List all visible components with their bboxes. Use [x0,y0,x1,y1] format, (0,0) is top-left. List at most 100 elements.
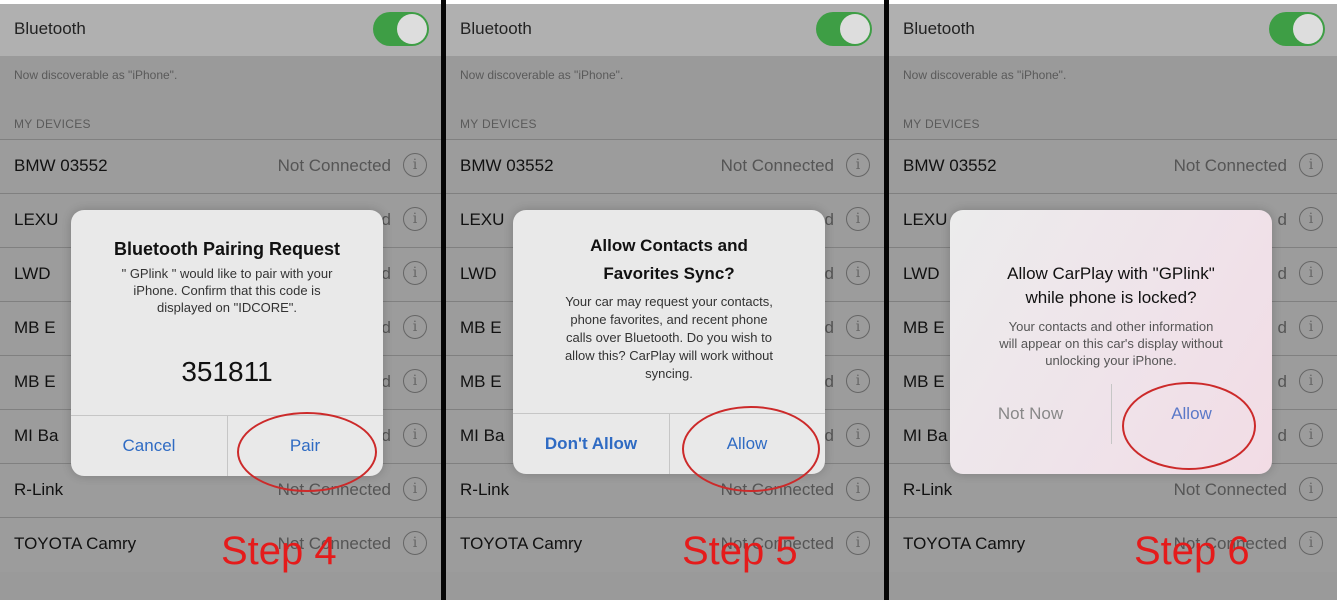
device-row[interactable]: BMW 03552 Not Connected i [0,140,441,194]
dialog-title-line: while phone is locked? [1025,288,1197,307]
device-status: d [1277,426,1287,445]
device-status: Not Connected [277,156,391,175]
dialog-buttons: Don't Allow Allow [513,413,825,474]
pairing-request-dialog: Bluetooth Pairing Request " GPlink " wou… [71,210,383,476]
device-row[interactable]: BMW 03552 Not Connected i [889,140,1337,194]
discoverable-text: Now discoverable as "iPhone". [460,68,624,82]
dialog-message-line: will appear on this car's display withou… [999,336,1223,351]
info-icon[interactable]: i [846,369,870,393]
info-icon[interactable]: i [1299,261,1323,285]
discoverable-text: Now discoverable as "iPhone". [14,68,178,82]
device-name: MB E [460,372,502,391]
device-name: R-Link [903,480,953,499]
info-icon[interactable]: i [1299,369,1323,393]
info-icon[interactable]: i [1299,423,1323,447]
device-status: Not Connected [277,480,391,499]
allow-button[interactable]: Allow [1111,384,1272,444]
panel-step-5: Bluetooth Now discoverable as "iPhone". … [446,4,884,600]
dialog-title-line: Allow CarPlay with "GPlink" [1007,264,1215,283]
dialog-message-line: " GPlink " would like to pair with your [121,266,333,281]
my-devices-header: MY DEVICES [14,117,91,131]
dialog-message-line: phone favorites, and recent phone [570,312,768,327]
device-status: d [824,426,834,445]
device-name: MB E [460,318,502,337]
dialog-message: Your car may request your contacts, phon… [521,293,817,383]
device-name: TOYOTA Camry [903,534,1026,553]
bluetooth-toggle[interactable] [816,12,872,46]
info-icon[interactable]: i [403,207,427,231]
my-devices-header: MY DEVICES [460,117,537,131]
dialog-title-line: Favorites Sync? [603,264,735,283]
bluetooth-row: Bluetooth [889,4,1337,56]
info-icon[interactable]: i [1299,207,1323,231]
pair-button[interactable]: Pair [227,416,383,476]
info-icon[interactable]: i [1299,531,1323,555]
step-label: Step 4 [221,529,337,573]
device-name: LWD [14,264,51,283]
info-icon[interactable]: i [1299,153,1323,177]
pairing-code: 351811 [181,356,273,387]
device-status: Not Connected [720,480,834,499]
dialog-message-line: displayed on "IDCORE". [156,300,297,315]
not-now-button[interactable]: Not Now [950,384,1111,444]
allow-button[interactable]: Allow [669,414,825,474]
cancel-button[interactable]: Cancel [71,416,227,476]
device-status: d [1277,264,1287,283]
device-status: Not Connected [1173,156,1287,175]
dialog-message-line: unlocking your iPhone. [1045,353,1177,368]
dialog-message-line: calls over Bluetooth. Do you wish to [566,330,772,345]
info-icon[interactable]: i [403,423,427,447]
step-label: Step 6 [1134,529,1250,573]
my-devices-header: MY DEVICES [903,117,980,131]
info-icon[interactable]: i [846,207,870,231]
info-icon[interactable]: i [403,261,427,285]
device-name: MB E [14,372,56,391]
info-icon[interactable]: i [846,423,870,447]
device-status: d [1277,318,1287,337]
dialog-message-line: iPhone. Confirm that this code is [133,283,321,298]
bluetooth-toggle[interactable] [373,12,429,46]
device-name: BMW 03552 [460,156,554,175]
dialog-title: Allow Contacts and Favorites Sync? [513,232,825,288]
device-status: d [1277,210,1287,229]
bluetooth-row: Bluetooth [446,4,884,56]
info-icon[interactable]: i [846,261,870,285]
device-row[interactable]: BMW 03552 Not Connected i [446,140,884,194]
device-row[interactable]: TOYOTA Camry Not Connected i [446,518,884,572]
dialog-message: " GPlink " would like to pair with your … [81,265,373,316]
device-name: BMW 03552 [14,156,108,175]
info-icon[interactable]: i [846,315,870,339]
device-name: MB E [903,372,945,391]
dialog-message-line: allow this? CarPlay will work without [564,348,774,363]
dialog-buttons: Not Now Allow [950,384,1272,444]
device-name: TOYOTA Camry [14,534,137,553]
toggle-knob [397,14,427,44]
discoverable-text: Now discoverable as "iPhone". [903,68,1067,82]
dialog-title-line: Allow Contacts and [590,236,748,255]
device-name: R-Link [460,480,510,499]
device-status: Not Connected [1173,480,1287,499]
info-icon[interactable]: i [846,477,870,501]
bluetooth-label: Bluetooth [903,19,975,38]
bluetooth-toggle[interactable] [1269,12,1325,46]
device-status: d [824,210,834,229]
info-icon[interactable]: i [1299,477,1323,501]
info-icon[interactable]: i [846,153,870,177]
info-icon[interactable]: i [403,531,427,555]
info-icon[interactable]: i [846,531,870,555]
info-icon[interactable]: i [403,477,427,501]
device-name: LEXU [903,210,948,229]
contacts-sync-dialog: Allow Contacts and Favorites Sync? Your … [513,210,825,474]
info-icon[interactable]: i [403,153,427,177]
device-name: LWD [460,264,497,283]
dialog-title-line: Bluetooth Pairing Request [113,239,340,259]
dont-allow-button[interactable]: Don't Allow [513,414,669,474]
device-name: LEXU [14,210,59,229]
step-label: Step 5 [682,529,798,573]
info-icon[interactable]: i [403,369,427,393]
device-row[interactable]: TOYOTA Camry Not Connected i [889,518,1337,572]
device-name: MI Ba [460,426,505,445]
device-name: MI Ba [903,426,948,445]
info-icon[interactable]: i [403,315,427,339]
info-icon[interactable]: i [1299,315,1323,339]
